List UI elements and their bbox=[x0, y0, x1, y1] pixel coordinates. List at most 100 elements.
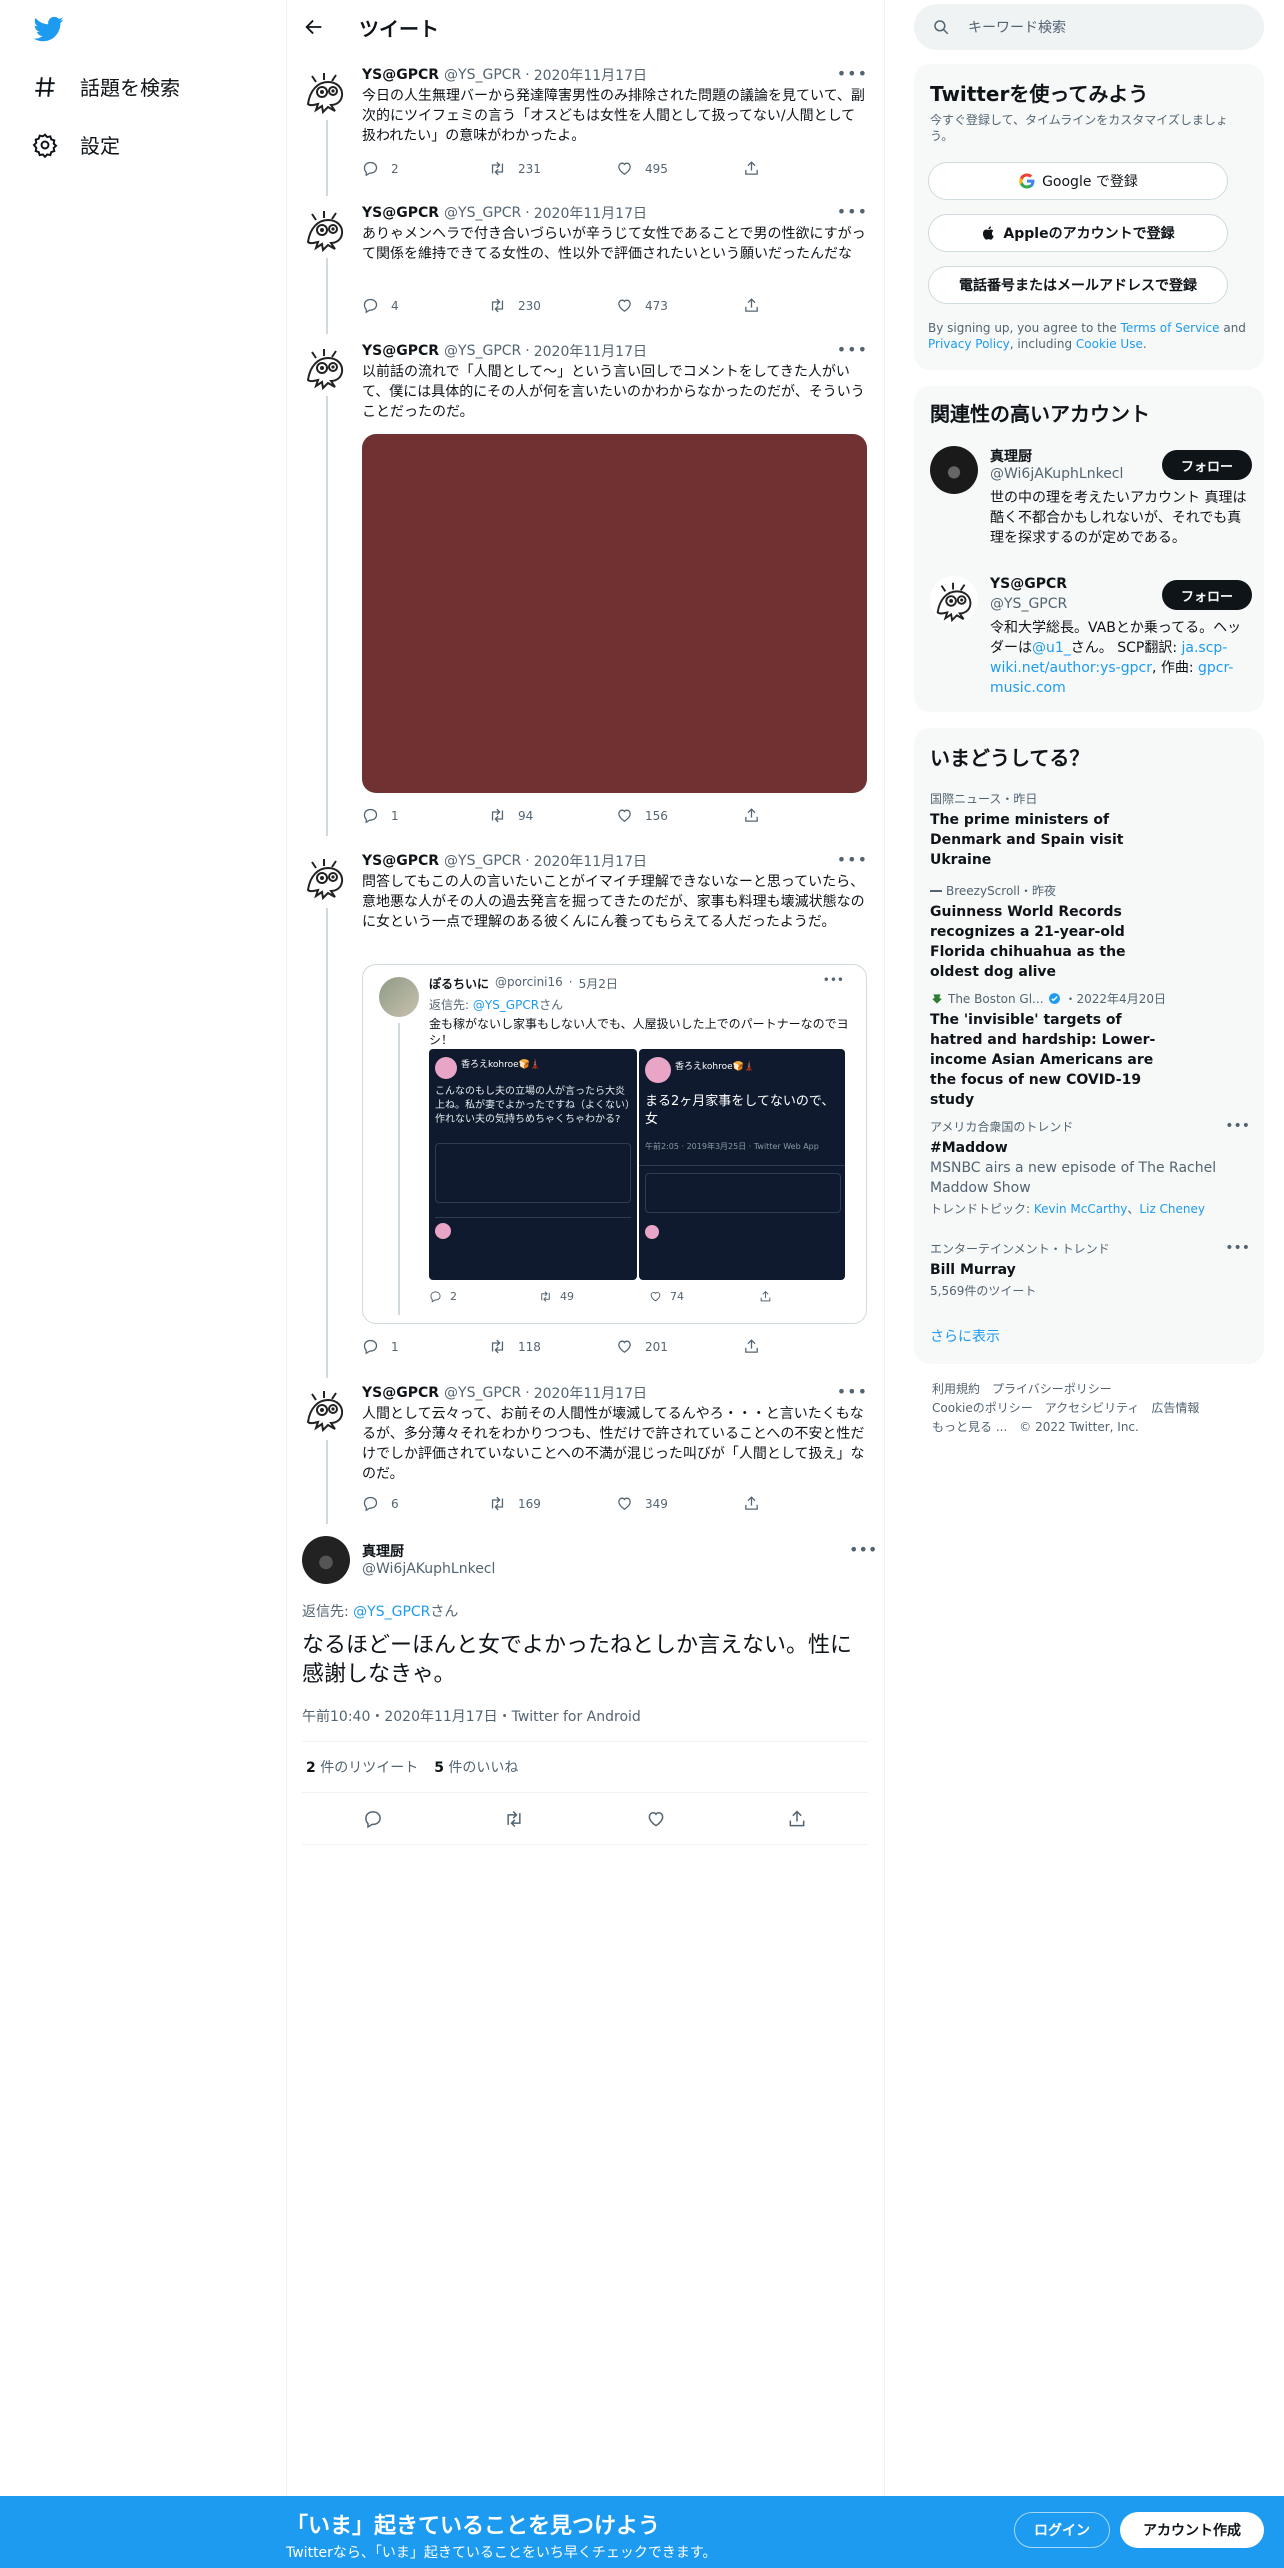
author-handle[interactable]: @YS_GPCR bbox=[444, 205, 521, 221]
account-card[interactable]: 真理厨 @Wi6jAKuphLnkecl フォロー 世の中の理を考えたいアカウン… bbox=[930, 446, 1252, 556]
more-options-icon[interactable]: ••• bbox=[823, 973, 844, 987]
author-handle[interactable]: @YS_GPCR bbox=[444, 67, 521, 83]
share-button[interactable] bbox=[743, 160, 870, 177]
trend-topic-link[interactable]: Liz Cheney bbox=[1139, 1202, 1205, 1216]
terms-link[interactable]: Terms of Service bbox=[1121, 321, 1220, 335]
retweet-button[interactable]: 230 bbox=[489, 297, 616, 314]
tweet-date[interactable]: 2020年11月17日 bbox=[534, 65, 647, 85]
quoted-date[interactable]: 5月2日 bbox=[579, 975, 618, 992]
share-button[interactable] bbox=[743, 297, 870, 314]
share-button[interactable] bbox=[743, 807, 870, 824]
author-name[interactable]: YS@GPCR bbox=[362, 67, 439, 83]
reply-to-link[interactable]: @YS_GPCR bbox=[353, 1604, 430, 1620]
more-options-icon[interactable]: ••• bbox=[837, 64, 868, 83]
tweet[interactable]: YS@GPCR @YS_GPCR · 2020年11月17日 ••• 以前話の流れで「… bbox=[300, 340, 872, 442]
like-button[interactable]: 156 bbox=[616, 807, 743, 824]
share-button[interactable] bbox=[743, 1495, 870, 1512]
like-stat[interactable]: 5 件のいいね bbox=[434, 1757, 518, 1777]
reply-button[interactable]: 1 bbox=[362, 1338, 489, 1355]
phone-email-signup-button[interactable]: 電話番号またはメールアドレスで登録 bbox=[928, 266, 1228, 304]
retweet-stat[interactable]: 2 件のリツイート bbox=[306, 1757, 418, 1777]
share-button[interactable] bbox=[743, 1338, 870, 1355]
trend-item[interactable]: The Boston Gl... ・2022年4月20日 The 'invisi… bbox=[930, 990, 1250, 1110]
more-options-icon[interactable]: ••• bbox=[837, 340, 868, 359]
author-name[interactable]: YS@GPCR bbox=[362, 205, 439, 221]
nav-settings[interactable]: 設定 bbox=[32, 130, 120, 159]
tweet-date[interactable]: 2020年11月17日 bbox=[534, 851, 647, 871]
like-button[interactable]: 349 bbox=[616, 1495, 743, 1512]
twitter-logo-icon[interactable] bbox=[32, 14, 66, 44]
trend-item[interactable]: エンターテインメント・トレンド ••• Bill Murray 5,569件のツ… bbox=[930, 1240, 1250, 1299]
footer-terms-link[interactable]: 利用規約 bbox=[932, 1382, 980, 1396]
footer-cookie-link[interactable]: Cookieのポリシー bbox=[932, 1401, 1033, 1415]
heart-icon[interactable] bbox=[646, 1809, 666, 1829]
avatar[interactable] bbox=[300, 204, 350, 254]
reply-button[interactable]: 2 bbox=[362, 160, 489, 177]
more-options-icon[interactable]: ••• bbox=[837, 202, 868, 221]
share-button[interactable] bbox=[759, 1290, 869, 1303]
avatar[interactable] bbox=[300, 342, 350, 392]
reply-button[interactable]: 4 bbox=[362, 297, 489, 314]
tweet[interactable]: YS@GPCR @YS_GPCR · 2020年11月17日 ••• 人間として云々っ… bbox=[300, 1382, 872, 1494]
avatar[interactable] bbox=[300, 66, 350, 116]
nav-explore[interactable]: 話題を検索 bbox=[32, 72, 180, 101]
retweet-button[interactable]: 231 bbox=[489, 160, 616, 177]
quoted-author-name[interactable]: ぽるちいに bbox=[429, 975, 489, 992]
retweet-button[interactable]: 169 bbox=[489, 1495, 616, 1512]
avatar[interactable] bbox=[379, 977, 419, 1017]
author-handle[interactable]: @YS_GPCR bbox=[444, 1385, 521, 1401]
trend-topic-link[interactable]: Kevin McCarthy bbox=[1034, 1202, 1128, 1216]
more-options-icon[interactable]: ••• bbox=[1225, 1118, 1250, 1134]
account-card[interactable]: YS@GPCR @YS_GPCR フォロー 令和大学総長。VABとか乗ってる。ヘ… bbox=[930, 576, 1252, 706]
tweet-date[interactable]: 2020年11月17日 bbox=[534, 341, 647, 361]
tweet-date[interactable]: 2020年11月17日 bbox=[534, 1383, 647, 1403]
trend-item[interactable]: 国際ニュース・昨日 The prime ministers of Denmark… bbox=[930, 790, 1250, 870]
tweet[interactable]: YS@GPCR @YS_GPCR · 2020年11月17日 ••• 問答してもこの人… bbox=[300, 850, 872, 962]
account-name[interactable]: 真理厨 bbox=[990, 446, 1032, 466]
avatar[interactable] bbox=[300, 1384, 350, 1434]
share-icon[interactable] bbox=[787, 1809, 807, 1829]
more-options-icon[interactable]: ••• bbox=[849, 1540, 877, 1559]
more-options-icon[interactable]: ••• bbox=[1225, 1240, 1250, 1256]
footer-more-link[interactable]: もっと見る ... bbox=[932, 1420, 1007, 1434]
quoted-author-handle[interactable]: @porcini16 bbox=[495, 975, 563, 992]
reply-icon[interactable] bbox=[363, 1809, 383, 1829]
avatar[interactable] bbox=[930, 446, 978, 494]
like-button[interactable]: 495 bbox=[616, 160, 743, 177]
tweet-date[interactable]: 2020年11月17日 bbox=[534, 203, 647, 223]
tweet-image[interactable] bbox=[362, 434, 867, 793]
more-options-icon[interactable]: ••• bbox=[837, 1382, 868, 1401]
like-button[interactable]: 473 bbox=[616, 297, 743, 314]
search-input[interactable]: キーワード検索 bbox=[914, 4, 1264, 50]
retweet-icon[interactable] bbox=[504, 1809, 524, 1829]
like-button[interactable]: 74 bbox=[649, 1290, 759, 1303]
author-name[interactable]: YS@GPCR bbox=[362, 1385, 439, 1401]
retweet-button[interactable]: 118 bbox=[489, 1338, 616, 1355]
focused-author-handle[interactable]: @Wi6jAKuphLnkecl bbox=[362, 1561, 495, 1577]
show-more-link[interactable]: さらに表示 bbox=[930, 1326, 1000, 1346]
login-button[interactable]: ログイン bbox=[1014, 2512, 1110, 2548]
bio-link-mention[interactable]: @u1_ bbox=[1032, 640, 1071, 656]
author-name[interactable]: YS@GPCR bbox=[362, 853, 439, 869]
avatar[interactable] bbox=[930, 576, 978, 624]
privacy-link[interactable]: Privacy Policy bbox=[928, 337, 1010, 351]
footer-privacy-link[interactable]: プライバシーポリシー bbox=[992, 1382, 1112, 1396]
footer-ads-link[interactable]: 広告情報 bbox=[1151, 1401, 1199, 1415]
author-name[interactable]: YS@GPCR bbox=[362, 343, 439, 359]
footer-accessibility-link[interactable]: アクセシビリティ bbox=[1045, 1401, 1140, 1415]
follow-button[interactable]: フォロー bbox=[1162, 580, 1252, 610]
account-handle[interactable]: @Wi6jAKuphLnkecl bbox=[990, 466, 1123, 482]
reply-button[interactable]: 6 bbox=[362, 1495, 489, 1512]
focused-author-name[interactable]: 真理厨 bbox=[362, 1541, 404, 1561]
google-signup-button[interactable]: Google で登録 bbox=[928, 162, 1228, 200]
reply-button[interactable]: 2 bbox=[429, 1290, 539, 1303]
trend-item[interactable]: BreezyScroll・昨夜 Guinness World Records r… bbox=[930, 882, 1250, 982]
avatar[interactable] bbox=[302, 1536, 350, 1584]
quoted-image-right[interactable]: 香ろえkohroe🍞🗼 まる2ヶ月家事をしてないので、女 午前2:05 · 20… bbox=[639, 1049, 845, 1280]
quoted-tweet[interactable]: ぽるちいに @porcini16 · 5月2日 返信先: @YS_GPCRさん 金も稼… bbox=[362, 964, 867, 1324]
like-button[interactable]: 201 bbox=[616, 1338, 743, 1355]
account-name[interactable]: YS@GPCR bbox=[990, 576, 1067, 592]
reply-button[interactable]: 1 bbox=[362, 807, 489, 824]
back-arrow-icon[interactable] bbox=[303, 16, 325, 38]
quoted-image-left[interactable]: 香ろえkohroe🍞🗼 こんなのもし夫の立場の人が言ったら大炎上ね。私が妻でよか… bbox=[429, 1049, 637, 1280]
